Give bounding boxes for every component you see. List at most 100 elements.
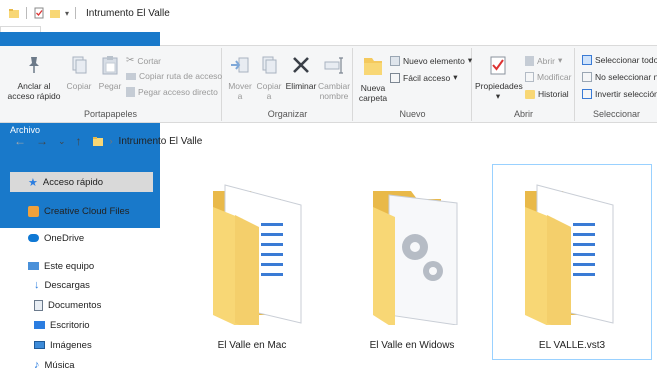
modify-button[interactable]: Modificar (525, 72, 571, 82)
pictures-icon (34, 341, 45, 349)
select-none-icon (582, 72, 592, 82)
group-label-nuevo: Nuevo (399, 109, 426, 119)
ribbon-tabs: Archivo Inicio Compartir Vista (0, 26, 657, 228)
dropdown-arrow-icon: ▾ (467, 55, 473, 65)
history-icon (525, 89, 535, 99)
star-icon: ★ (28, 176, 38, 189)
download-arrow-icon: ↓ (34, 279, 40, 291)
sidebar-item-acceso-rapido[interactable]: ★ Acceso rápido (10, 172, 153, 192)
file-item-el-valle-vst3[interactable]: EL VALLE.vst3 (492, 164, 652, 360)
dropdown-arrow-icon: ▾ (557, 55, 563, 65)
file-list: El Valle en Mac El Valle en Widows EL VA… (160, 158, 657, 372)
window-title: Intrumento El Valle (86, 7, 170, 19)
sidebar-item-este-equipo[interactable]: Este equipo (10, 256, 153, 276)
music-note-icon: ♪ (34, 359, 40, 371)
group-seleccionar: Seleccionar todo No seleccionar na Inver… (576, 48, 657, 121)
group-label-abrir: Abrir (513, 109, 533, 119)
dropdown-arrow-icon: ▾ (453, 72, 458, 82)
delete-icon (293, 57, 309, 73)
group-label-organizar: Organizar (267, 109, 308, 119)
up-arrow-icon[interactable]: ↑ (76, 134, 82, 148)
sidebar-item-onedrive[interactable]: OneDrive (10, 228, 153, 248)
breadcrumb-chevron-icon: › (109, 136, 113, 146)
properties-label: Propiedades (475, 81, 523, 91)
sidebar-item-musica[interactable]: ♪ Música (10, 355, 153, 372)
group-label-seleccionar: Seleccionar (592, 109, 641, 119)
open-button[interactable]: Abrir ▾ (525, 55, 562, 66)
folder-with-settings-icon (373, 191, 458, 325)
breadcrumb-current[interactable]: Intrumento El Valle (119, 136, 203, 147)
copy-button[interactable]: Copiar (64, 54, 94, 91)
properties-button[interactable]: Propiedades ▾ (475, 54, 523, 101)
new-item-button[interactable]: Nuevo elemento ▾ (390, 55, 472, 66)
move-label-2: a (237, 91, 243, 101)
copy-path-icon (126, 72, 136, 80)
sidebar-item-documentos[interactable]: Documentos (10, 295, 153, 315)
open-icon (525, 55, 534, 66)
document-icon (34, 299, 43, 311)
scissors-icon: ✂ (126, 55, 135, 66)
select-none-button[interactable]: No seleccionar na (582, 72, 657, 82)
sidebar-item-creative-cloud[interactable]: Creative Cloud Files (10, 201, 153, 221)
title-bar: ▾ Intrumento El Valle (0, 0, 657, 26)
file-name: EL VALLE.vst3 (538, 340, 606, 351)
new-item-icon (390, 55, 400, 66)
file-item-el-valle-widows[interactable]: El Valle en Widows (332, 164, 492, 360)
rename-label-1: Cambiar (318, 81, 351, 91)
modify-icon (525, 72, 534, 82)
group-abrir: Propiedades ▾ Abrir ▾ Modificar Historial… (473, 48, 575, 121)
copy-to-button[interactable]: Copiar a (255, 54, 283, 101)
easy-access-button[interactable]: Fácil acceso ▾ (390, 72, 458, 83)
properties-quick-icon[interactable] (33, 7, 45, 19)
recent-locations-icon[interactable]: ⌄ (58, 136, 66, 147)
navigation-pane: ★ Acceso rápido Creative Cloud Files One… (0, 168, 160, 372)
new-folder-button[interactable]: Nueva carpeta (358, 54, 388, 103)
new-folder-label-2: carpeta (358, 93, 388, 103)
computer-icon (28, 262, 39, 270)
rename-label-2: nombre (319, 91, 349, 101)
paste-shortcut-button[interactable]: Pegar acceso directo (126, 87, 218, 97)
paste-button[interactable]: Pegar (96, 54, 124, 91)
invert-selection-button[interactable]: Invertir selección (582, 89, 657, 99)
address-bar[interactable]: › Intrumento El Valle (92, 136, 203, 147)
pin-icon (29, 57, 39, 73)
back-arrow-icon[interactable]: ← (14, 134, 26, 148)
paste-label: Pegar (98, 81, 122, 91)
copy-path-button[interactable]: Copiar ruta de acceso (126, 71, 222, 81)
new-folder-quick-icon[interactable] (49, 7, 61, 19)
cut-button[interactable]: ✂ Cortar (126, 55, 161, 66)
paste-icon (102, 56, 118, 75)
paste-shortcut-icon (126, 87, 135, 97)
move-to-icon (231, 57, 249, 73)
copy-to-label-1: Copiar (256, 81, 282, 91)
group-organizar: Mover a Copiar a Eliminar Cambiar nombre… (223, 48, 353, 121)
forward-arrow-icon[interactable]: → (36, 134, 48, 148)
copy-label: Copiar (66, 81, 92, 91)
pin-label-2: acceso rápido (7, 91, 61, 101)
rename-button[interactable]: Cambiar nombre (318, 54, 350, 101)
properties-icon (490, 56, 506, 75)
easy-access-icon (390, 72, 400, 83)
rename-icon (324, 57, 343, 74)
dropdown-arrow-icon: ▾ (495, 91, 501, 101)
delete-button[interactable]: Eliminar (285, 54, 317, 91)
delete-label: Eliminar (285, 81, 317, 91)
group-nuevo: Nueva carpeta Nuevo elemento ▾ Fácil acce… (354, 48, 472, 121)
invert-selection-icon (582, 89, 592, 99)
pin-quick-access-button[interactable]: Anclar al acceso rápido (6, 54, 62, 101)
folder-icon (92, 136, 103, 146)
file-name: El Valle en Mac (217, 340, 287, 351)
sidebar-item-descargas[interactable]: ↓ Descargas (10, 275, 153, 295)
move-to-button[interactable]: Mover a (227, 54, 253, 101)
creative-cloud-icon (28, 205, 39, 217)
history-button[interactable]: Historial (525, 89, 569, 99)
copy-icon (72, 56, 87, 74)
file-item-el-valle-mac[interactable]: El Valle en Mac (172, 164, 332, 360)
sidebar-item-imagenes[interactable]: Imágenes (10, 335, 153, 355)
select-all-button[interactable]: Seleccionar todo (582, 55, 657, 65)
sidebar-item-escritorio[interactable]: Escritorio (10, 315, 153, 335)
navigation-bar: ← → ⌄ ↑ › Intrumento El Valle (0, 124, 657, 158)
folder-with-documents-icon (213, 184, 302, 325)
ribbon: Anclar al acceso rápido Copiar Pegar ✂ Co… (0, 46, 657, 123)
customize-quick-access-icon[interactable]: ▾ (65, 9, 69, 18)
